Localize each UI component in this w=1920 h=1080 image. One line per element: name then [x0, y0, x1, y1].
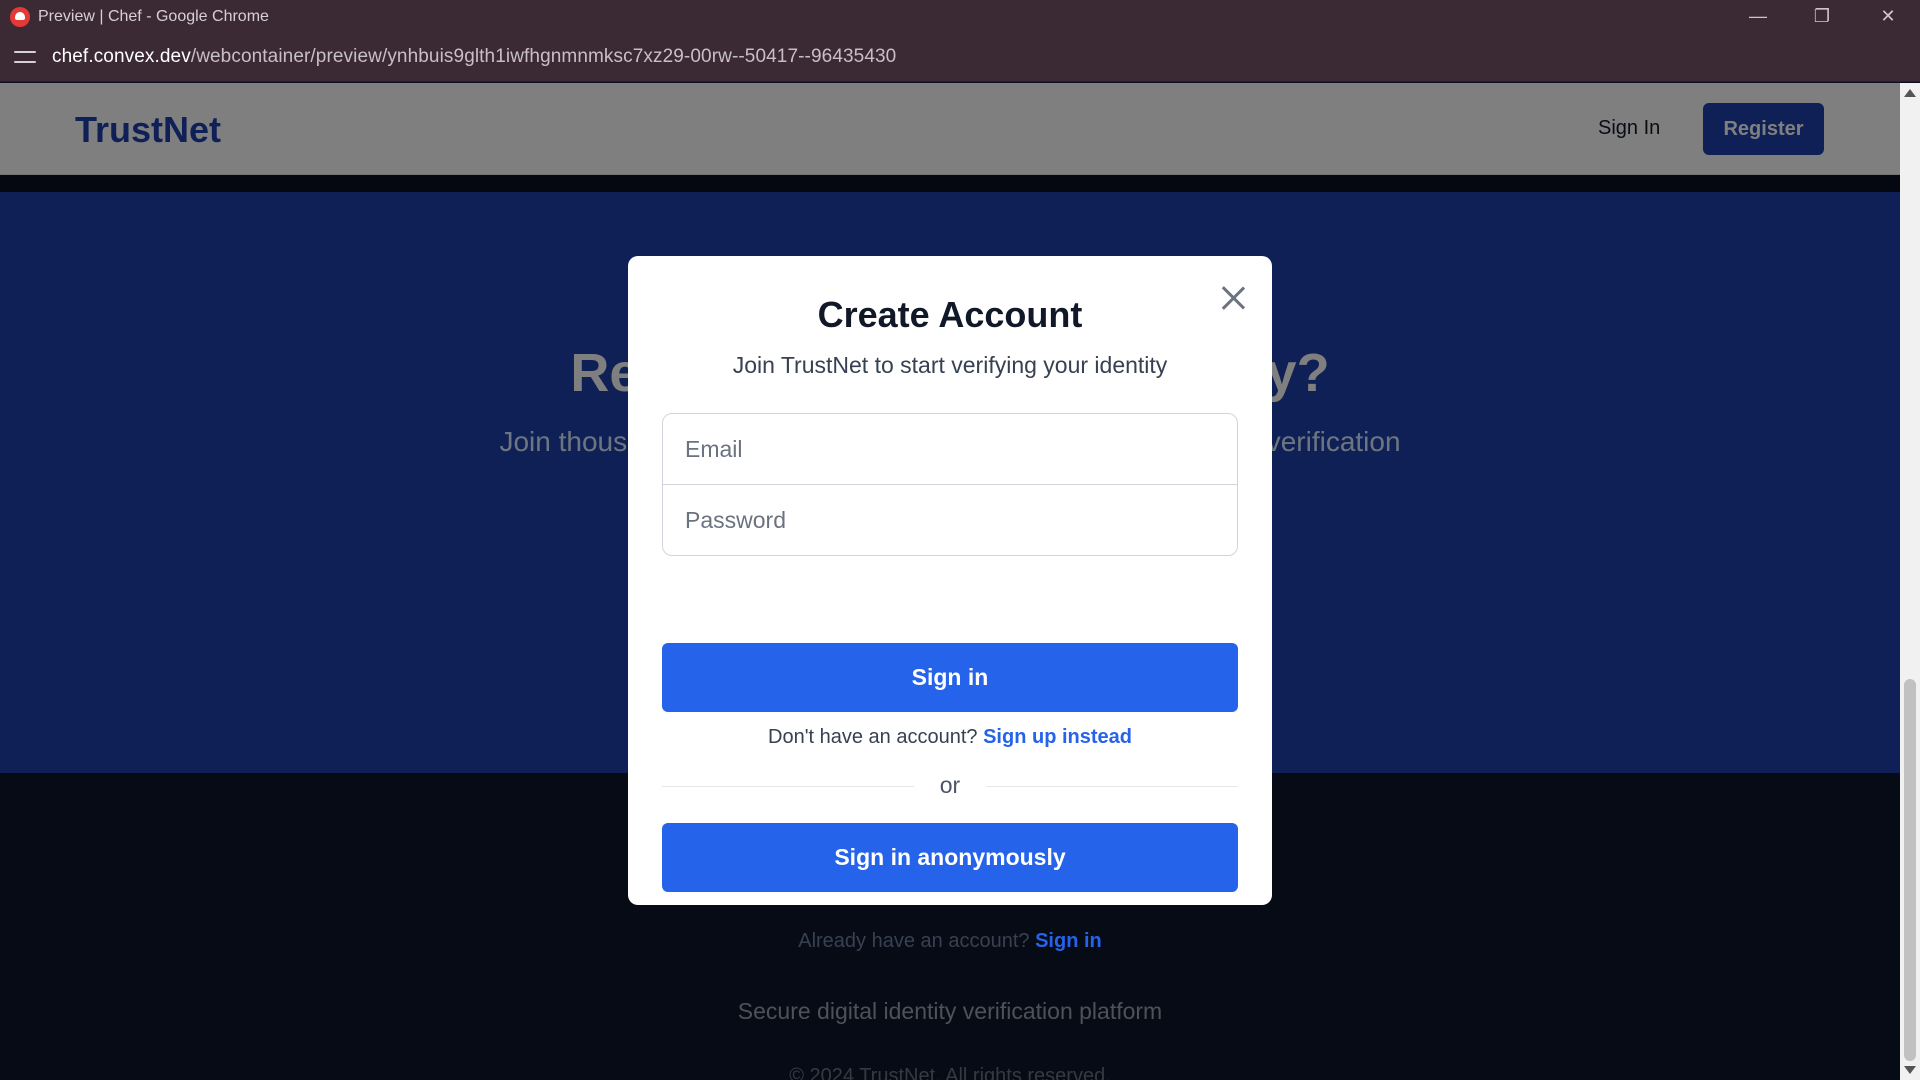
divider-line-right	[986, 786, 1238, 787]
signup-prompt: Don't have an account? Sign up instead	[628, 726, 1272, 749]
modal-overlay[interactable]: Create Account Join TrustNet to start ve…	[0, 83, 1900, 1080]
password-field[interactable]	[662, 484, 1238, 556]
modal-title: Create Account	[817, 294, 1083, 335]
address-bar[interactable]: chef.convex.dev/webcontainer/preview/ynh…	[0, 33, 1920, 82]
sign-up-link[interactable]: Sign up instead	[983, 726, 1132, 748]
chef-favicon-icon	[10, 6, 30, 27]
modal-subtitle: Join TrustNet to start verifying your id…	[732, 352, 1168, 378]
browser-title-bar: Preview | Chef - Google Chrome — ❐ ✕	[0, 0, 1920, 33]
scroll-up-icon[interactable]	[1904, 89, 1916, 97]
minimize-icon[interactable]: —	[1726, 0, 1790, 33]
restore-icon[interactable]: ❐	[1790, 0, 1854, 33]
sign-in-anonymously-button[interactable]: Sign in anonymously	[662, 823, 1238, 892]
window-title: Preview | Chef - Google Chrome	[38, 7, 269, 25]
scroll-thumb[interactable]	[1904, 679, 1916, 1061]
page-scrollbar[interactable]	[1900, 83, 1920, 1080]
site-settings-icon[interactable]	[14, 46, 36, 68]
page-viewport: TrustNet Sign In Register Ready to verif…	[0, 83, 1900, 1080]
url-path: /webcontainer/preview/ynhbuis9glth1iwfhg…	[190, 46, 897, 67]
email-field[interactable]	[662, 413, 1238, 485]
sign-in-link[interactable]: Sign in	[1035, 930, 1102, 952]
url-host: chef.convex.dev	[52, 46, 191, 67]
scroll-down-icon[interactable]	[1904, 1066, 1916, 1074]
or-divider: or	[662, 772, 1238, 802]
no-account-text: Don't have an account?	[768, 726, 978, 748]
url-text[interactable]: chef.convex.dev/webcontainer/preview/ynh…	[52, 46, 896, 68]
already-account-text: Already have an account?	[798, 930, 1030, 952]
close-window-icon[interactable]: ✕	[1856, 0, 1920, 33]
signin-prompt: Already have an account? Sign in	[628, 930, 1272, 953]
auth-modal: Create Account Join TrustNet to start ve…	[628, 256, 1272, 952]
sign-in-button[interactable]: Sign in	[662, 643, 1238, 712]
